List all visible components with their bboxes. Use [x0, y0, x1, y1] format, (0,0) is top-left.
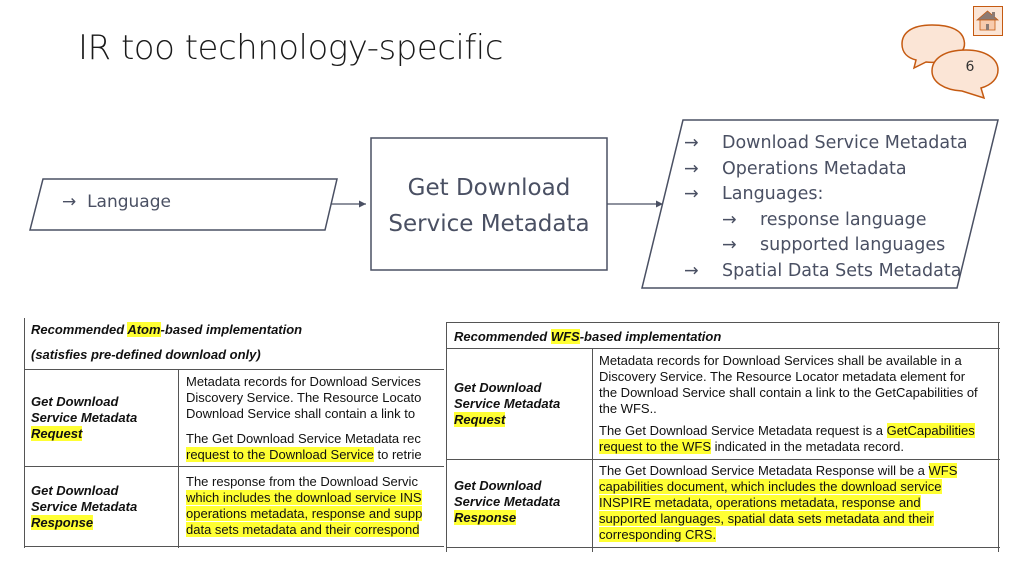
arrow-icon: →: [62, 192, 77, 212]
arrow-icon: →: [684, 260, 699, 281]
atom-request-description: Metadata records for Download Services D…: [186, 374, 422, 462]
wfs-implementation-table: Recommended WFS-based implementation Get…: [446, 322, 1000, 552]
output-item: → Spatial Data Sets Metadata: [684, 259, 968, 285]
atom-table-header: Recommended Atom-based implementation: [31, 322, 303, 337]
atom-response-label: Get Download Service Metadata Response: [31, 483, 138, 530]
process-label: Get Download Service Metadata: [388, 175, 590, 237]
wfs-table-header: Recommended WFS-based implementation: [454, 329, 722, 344]
wfs-response-description: The Get Download Service Metadata Respon…: [599, 463, 958, 542]
output-subitem: → response language: [684, 208, 968, 234]
atom-request-label: Get Download Service Metadata Request: [31, 394, 138, 441]
wfs-request-description: Metadata records for Download Services s…: [599, 353, 978, 454]
arrow-icon: →: [722, 209, 737, 230]
output-item: → Download Service Metadata: [684, 131, 968, 157]
wfs-response-label: Get Download Service Metadata Response: [454, 478, 561, 525]
output-item: → Languages:: [684, 182, 968, 208]
wfs-request-label: Get Download Service Metadata Request: [454, 380, 561, 427]
input-arrowhead: [359, 200, 366, 208]
input-label: → Language: [62, 192, 171, 212]
output-item: → Operations Metadata: [684, 157, 968, 183]
arrow-icon: →: [684, 184, 699, 204]
arrow-icon: →: [722, 235, 737, 255]
atom-table-subheader: (satisfies pre-defined download only): [31, 347, 261, 362]
atom-implementation-table: Recommended Atom-based implementation (s…: [24, 318, 444, 548]
atom-response-description: The response from the Download Servic wh…: [186, 474, 423, 537]
output-list: → Download Service Metadata → Operations M…: [684, 131, 968, 284]
arrow-icon: →: [684, 158, 699, 179]
arrow-icon: →: [684, 133, 699, 153]
output-subitem: → supported languages: [684, 233, 968, 259]
